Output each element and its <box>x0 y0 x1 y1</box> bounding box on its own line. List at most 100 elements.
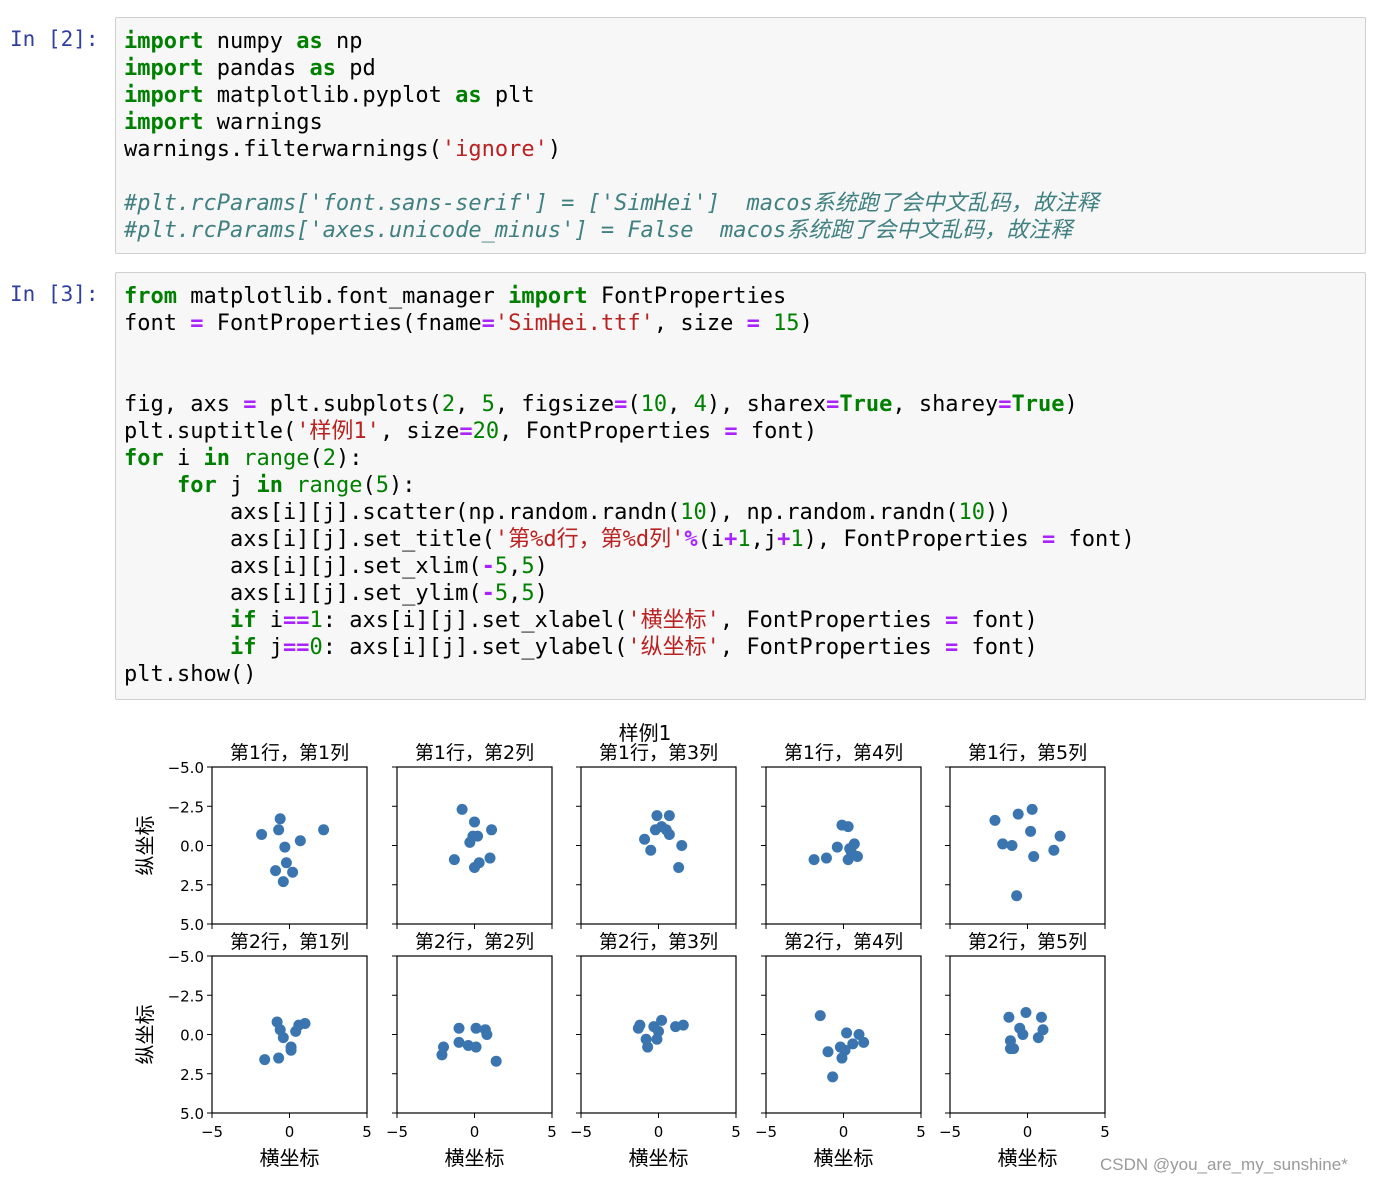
subplot-title: 第1行，第4列 <box>784 742 903 764</box>
y-tick-label: −2.5 <box>168 798 204 816</box>
scatter-point <box>279 841 291 853</box>
subplot-axes <box>949 766 1106 925</box>
scatter-point <box>285 1044 297 1056</box>
scatter-point <box>1012 808 1024 820</box>
scatter-point <box>1025 825 1037 837</box>
scatter-point <box>448 854 460 866</box>
scatter-point <box>256 829 268 841</box>
scatter-point <box>663 829 675 841</box>
scatter-point <box>814 1010 826 1022</box>
subplot-title: 第2行，第4列 <box>784 931 903 953</box>
y-tick-label: −5.0 <box>168 759 204 777</box>
scatter-point <box>486 824 498 836</box>
scatter-point <box>1035 1011 1047 1023</box>
x-tick-label: 5 <box>1100 1123 1110 1141</box>
scatter-point <box>645 844 657 856</box>
scatter-point <box>1026 803 1038 815</box>
x-axis-label: 横坐标 <box>260 1146 320 1170</box>
scatter-point <box>277 1032 289 1044</box>
y-tick-label: −2.5 <box>168 987 204 1005</box>
x-tick-label: −5 <box>386 1123 408 1141</box>
subplot-title: 第1行，第1列 <box>230 742 349 764</box>
subplot-axes <box>211 955 368 1114</box>
scatter-point <box>656 1014 668 1026</box>
scatter-point <box>1048 844 1060 856</box>
scatter-point <box>294 835 306 847</box>
scatter-point <box>490 1055 502 1067</box>
x-tick-label: −5 <box>570 1123 592 1141</box>
x-axis-label: 横坐标 <box>814 1146 874 1170</box>
scatter-point <box>1028 850 1040 862</box>
scatter-point <box>808 854 820 866</box>
scatter-point <box>273 1052 285 1064</box>
subplot-axes <box>765 766 922 925</box>
x-tick-label: 5 <box>916 1123 926 1141</box>
scatter-point <box>469 861 480 873</box>
scatter-point <box>639 833 651 845</box>
subplot-title: 第2行，第5列 <box>968 931 1087 953</box>
scatter-point <box>836 1052 848 1064</box>
x-tick-label: 5 <box>547 1123 557 1141</box>
scatter-point <box>1003 1011 1015 1023</box>
subplot-axes <box>396 955 553 1114</box>
x-axis-label: 横坐标 <box>998 1146 1058 1170</box>
scatter-point <box>277 876 289 888</box>
scatter-point <box>273 824 285 836</box>
scatter-point <box>651 810 663 822</box>
x-tick-label: 0 <box>1023 1123 1033 1141</box>
y-tick-label: 2.5 <box>180 877 204 895</box>
scatter-point <box>1011 890 1023 902</box>
scatter-point <box>845 846 857 858</box>
scatter-point <box>842 821 854 833</box>
y-tick-label: −5.0 <box>168 948 204 966</box>
scatter-point <box>634 1019 646 1031</box>
y-tick-label: 5.0 <box>180 1105 204 1123</box>
scatter-point <box>1054 830 1066 842</box>
scatter-point <box>453 1022 465 1034</box>
x-tick-label: 5 <box>362 1123 372 1141</box>
x-tick-label: −5 <box>201 1123 223 1141</box>
watermark: CSDN @you_are_my_sunshine* <box>1100 1155 1348 1174</box>
scatter-point <box>259 1054 271 1066</box>
scatter-point <box>1017 1029 1029 1040</box>
output-figure: 样例1第1行，第1列5.02.50.0−2.5−5.0纵坐标第1行，第2列 第1行… <box>133 721 1110 1170</box>
scatter-point <box>673 861 685 873</box>
scatter-point <box>663 810 675 822</box>
scatter-point <box>481 1029 493 1040</box>
y-axis-label: 纵坐标 <box>133 816 157 876</box>
x-tick-label: −5 <box>755 1123 777 1141</box>
subplot-title: 第2行，第3列 <box>599 931 718 953</box>
x-tick-label: −5 <box>939 1123 961 1141</box>
x-axis-label: 横坐标 <box>629 1146 689 1170</box>
scatter-point <box>651 1033 663 1045</box>
scatter-point <box>989 814 1001 826</box>
scatter-point <box>831 841 843 853</box>
scatter-point <box>1020 1007 1032 1019</box>
scatter-point <box>280 857 292 869</box>
scatter-point <box>827 1071 839 1083</box>
scatter-point <box>484 852 496 864</box>
x-tick-label: 0 <box>285 1123 295 1141</box>
x-tick-label: 0 <box>839 1123 849 1141</box>
y-tick-label: 2.5 <box>180 1066 204 1084</box>
scatter-point <box>467 830 479 842</box>
subplot-title: 第1行，第2列 <box>415 742 534 764</box>
scatter-point <box>1006 840 1018 851</box>
scatter-point <box>469 816 480 828</box>
scatter-point <box>287 866 299 878</box>
scatter-point <box>820 852 832 864</box>
y-axis-label: 纵坐标 <box>133 1005 157 1065</box>
y-tick-label: 0.0 <box>180 1027 204 1045</box>
subplot-axes <box>580 766 737 925</box>
scatter-point <box>470 1022 482 1034</box>
x-tick-label: 5 <box>731 1123 741 1141</box>
y-tick-label: 5.0 <box>180 916 204 934</box>
scatter-point <box>274 813 286 825</box>
scatter-point <box>299 1018 311 1030</box>
x-tick-label: 0 <box>654 1123 664 1141</box>
subplot-title: 第1行，第3列 <box>599 742 718 764</box>
scatter-point <box>456 803 468 815</box>
subplot-title: 第2行，第1列 <box>230 931 349 953</box>
y-tick-label: 0.0 <box>180 838 204 856</box>
subplot-title: 第1行，第5列 <box>968 742 1087 764</box>
